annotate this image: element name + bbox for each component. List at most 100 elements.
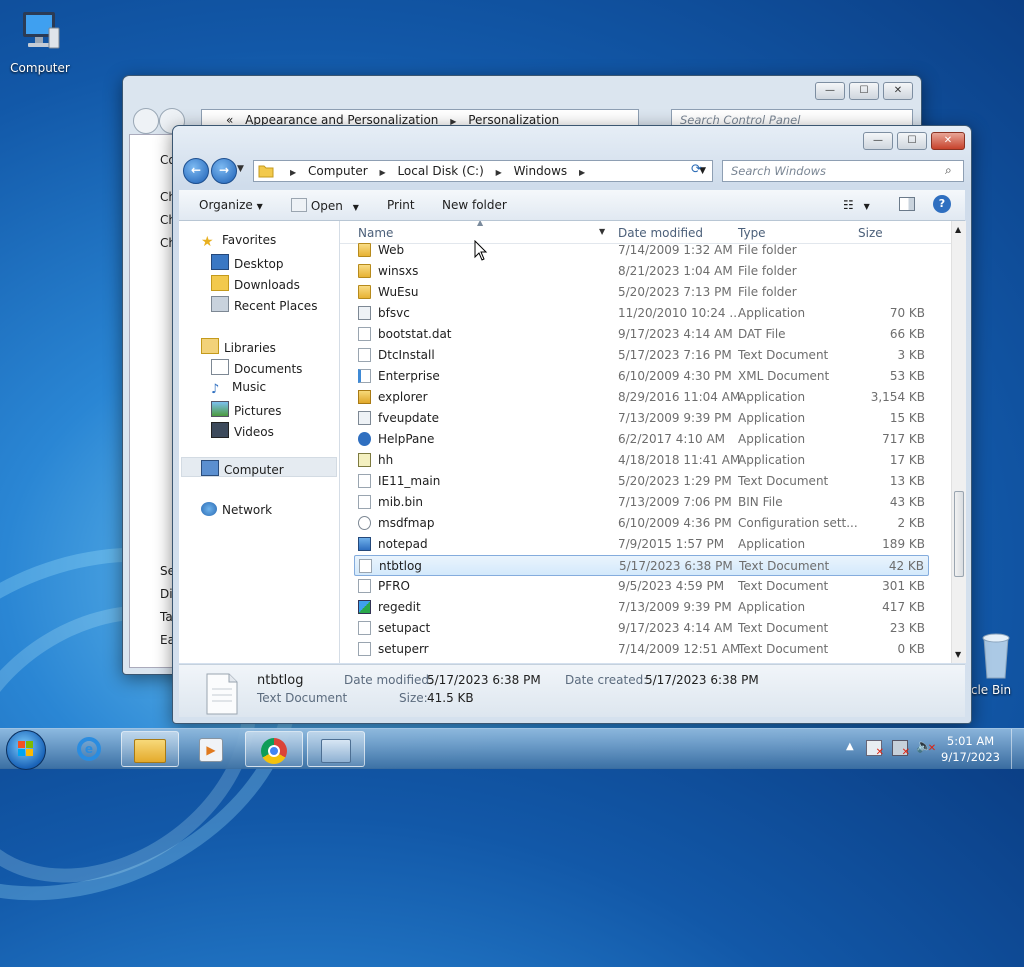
address-bar[interactable]: ▶ Computer ▶ Local Disk (C:) ▶ Windows ▶… [253, 160, 713, 182]
breadcrumb-separator-icon[interactable]: ▶ [379, 168, 385, 177]
column-header-size[interactable]: Size [858, 226, 883, 240]
column-header-name[interactable]: Name [358, 226, 393, 240]
nav-item-documents[interactable]: Documents [211, 359, 302, 376]
nav-item-recent-places[interactable]: Recent Places [211, 296, 317, 313]
file-row[interactable]: hh 4/18/2018 11:41 AM Application 17 KB [354, 450, 929, 471]
file-row[interactable]: HelpPane 6/2/2017 4:10 AM Application 717 K… [354, 429, 929, 450]
back-button[interactable]: ← [183, 158, 209, 184]
sidebar-link[interactable]: Ta [160, 610, 173, 624]
minimize-button[interactable]: — [863, 132, 893, 150]
search-input[interactable]: Search Windows [722, 160, 964, 182]
show-hidden-icons-chevron-icon[interactable]: ▲ [846, 741, 854, 752]
folder-icon [258, 165, 274, 178]
help-icon[interactable]: ? [933, 195, 951, 213]
file-size: 3 KB [897, 348, 925, 362]
explorer-window[interactable]: — ☐ ✕ ← → ▼ ▶ Computer ▶ Local Disk (C:)… [172, 125, 972, 724]
file-name: DtcInstall [378, 348, 435, 362]
text-document-icon [358, 621, 371, 635]
file-row[interactable]: PFRO 9/5/2023 4:59 PM Text Document 301 KB [354, 576, 929, 597]
taskbar-media-player[interactable]: ▶ [182, 731, 240, 767]
close-button[interactable]: ✕ [883, 82, 913, 100]
system-clock[interactable]: 5:01 AM 9/17/2023 [941, 733, 1000, 765]
file-date-modified: 6/2/2017 4:10 AM [618, 432, 726, 446]
breadcrumb-separator-icon[interactable]: ▶ [290, 168, 296, 177]
minimize-button[interactable]: — [815, 82, 845, 100]
file-row[interactable]: msdfmap 6/10/2009 4:36 PM Configuration se… [354, 513, 929, 534]
file-row[interactable]: WuEsu 5/20/2023 7:13 PM File folder [354, 282, 929, 303]
forward-button[interactable]: → [211, 158, 237, 184]
open-icon [291, 198, 307, 212]
scroll-up-icon[interactable]: ▲ [955, 225, 961, 234]
maximize-button[interactable]: ☐ [849, 82, 879, 100]
file-row[interactable]: setupact 9/17/2023 4:14 AM Text Document 23… [354, 618, 929, 639]
nav-item-pictures[interactable]: Pictures [211, 401, 282, 418]
nav-item-music[interactable]: ♪ Music [211, 380, 266, 397]
file-date-modified: 6/10/2009 4:36 PM [618, 516, 732, 530]
close-button[interactable]: ✕ [931, 132, 965, 150]
file-row[interactable]: DtcInstall 5/17/2023 7:16 PM Text Document… [354, 345, 929, 366]
file-row[interactable]: regedit 7/13/2009 9:39 PM Application 417 K… [354, 597, 929, 618]
nav-item-desktop[interactable]: Desktop [211, 254, 284, 271]
volume-muted-icon[interactable]: 🔈 ✕ [916, 739, 936, 754]
preview-pane-button[interactable] [899, 197, 915, 214]
taskbar-control-panel[interactable] [307, 731, 365, 767]
back-button[interactable] [133, 108, 159, 134]
organize-label: Organize [199, 198, 253, 212]
videos-icon [211, 422, 229, 438]
file-row[interactable]: notepad 7/9/2015 1:57 PM Application 189 KB [354, 534, 929, 555]
file-size: 43 KB [889, 495, 925, 509]
new-folder-button[interactable]: New folder [442, 198, 507, 212]
column-header-date-modified[interactable]: Date modified [618, 226, 703, 240]
start-button[interactable] [6, 730, 46, 770]
network-tray-icon[interactable]: ✕ [892, 740, 910, 758]
taskbar-internet-explorer[interactable]: e [60, 731, 118, 767]
explorer-app-icon [358, 390, 371, 404]
print-button[interactable]: Print [387, 198, 415, 212]
breadcrumb-separator-icon[interactable]: ▶ [496, 168, 502, 177]
file-row[interactable]: explorer 8/29/2016 11:04 AM Application 3,1… [354, 387, 929, 408]
file-row[interactable]: mib.bin 7/13/2009 7:06 PM BIN File 43 KB [354, 492, 929, 513]
name-column-filter-chevron-icon[interactable]: ▼ [599, 227, 605, 236]
file-date-modified: 7/14/2009 12:51 AM [618, 642, 741, 656]
file-row[interactable]: bootstat.dat 9/17/2023 4:14 AM DAT File 66 … [354, 324, 929, 345]
nav-item-favorites[interactable]: ★ Favorites [201, 233, 276, 250]
action-center-flag-icon[interactable]: ✕ [866, 740, 884, 758]
column-header-type[interactable]: Type [738, 226, 766, 240]
file-row[interactable]: winsxs 8/21/2023 1:04 AM File folder [354, 261, 929, 282]
recent-pages-chevron-icon[interactable]: ▼ [237, 164, 244, 174]
explorer-folder-icon [134, 739, 166, 763]
open-button[interactable]: Open ▼ [291, 198, 359, 213]
maximize-button[interactable]: ☐ [897, 132, 927, 150]
nav-item-libraries[interactable]: Libraries [201, 338, 276, 355]
breadcrumb-item[interactable]: Computer [308, 164, 368, 178]
file-row[interactable]: fveupdate 7/13/2009 9:39 PM Application 15 … [354, 408, 929, 429]
file-date-modified: 7/13/2009 9:39 PM [618, 411, 732, 425]
desktop-icon-computer[interactable]: Computer [0, 8, 80, 75]
file-type: Application [738, 453, 806, 467]
show-desktop-button[interactable] [1011, 729, 1024, 769]
file-row[interactable]: setuperr 7/14/2009 12:51 AM Text Document 0… [354, 639, 929, 660]
file-row[interactable]: Enterprise 6/10/2009 4:30 PM XML Document 5… [354, 366, 929, 387]
breadcrumb-separator-icon[interactable]: ▶ [579, 168, 585, 177]
search-icon[interactable]: ⌕ [945, 163, 952, 178]
scroll-down-icon[interactable]: ▼ [955, 650, 961, 659]
scrollbar-thumb[interactable] [954, 491, 964, 577]
file-row[interactable]: bfsvc 11/20/2010 10:24 ... Application 70 K… [354, 303, 929, 324]
taskbar-windows-explorer[interactable] [121, 731, 179, 767]
file-row[interactable]: ntbtlog 5/17/2023 6:38 PM Text Document 42 … [354, 555, 929, 576]
file-row[interactable]: Web 7/14/2009 1:32 AM File folder [354, 240, 929, 261]
organize-button[interactable]: Organize ▼ [199, 198, 263, 212]
change-view-button[interactable]: ☷ ▼ [843, 198, 870, 212]
nav-item-network[interactable]: Network [201, 502, 272, 517]
breadcrumb-item[interactable]: Local Disk (C:) [397, 164, 483, 178]
nav-item-computer[interactable]: Computer [201, 460, 284, 477]
file-row[interactable]: IE11_main 5/20/2023 1:29 PM Text Document 1… [354, 471, 929, 492]
file-name: Enterprise [378, 369, 440, 383]
vertical-scrollbar[interactable]: ▲ ▼ [951, 221, 966, 663]
nav-item-downloads[interactable]: Downloads [211, 275, 300, 292]
breadcrumb-item[interactable]: Windows [514, 164, 568, 178]
nav-item-videos[interactable]: Videos [211, 422, 274, 439]
taskbar-chrome[interactable] [245, 731, 303, 767]
text-document-icon [206, 673, 238, 715]
refresh-icon[interactable]: ⟳ [691, 162, 702, 177]
